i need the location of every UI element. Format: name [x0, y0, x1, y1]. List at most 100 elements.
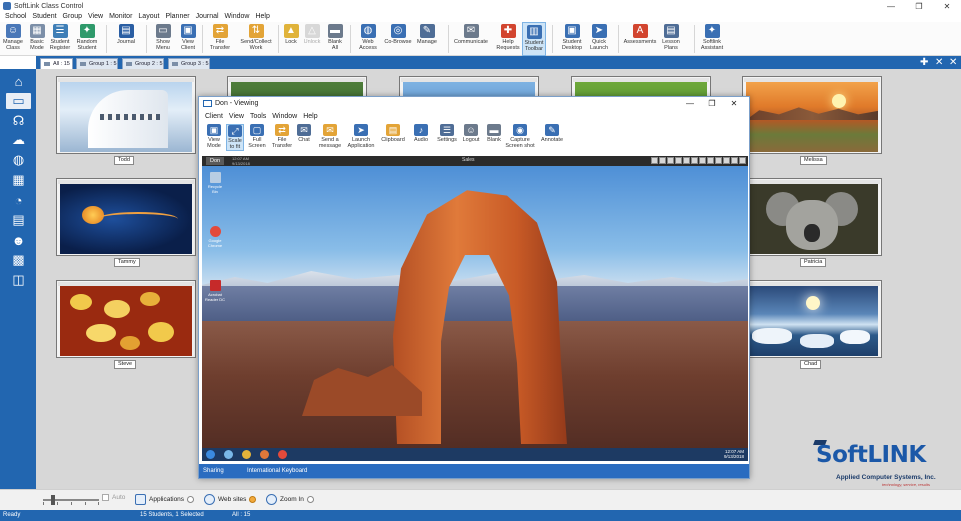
- blank-button[interactable]: ▬ Blank: [485, 124, 503, 143]
- student-thumbnail[interactable]: Patricia: [742, 178, 882, 267]
- add-group-icon[interactable]: ✚: [920, 57, 928, 68]
- chat-button[interactable]: ✉ Chat: [295, 124, 313, 143]
- tool-icon[interactable]: [651, 157, 658, 164]
- student-thumbnail[interactable]: Tammy: [56, 178, 196, 267]
- desktop-icon-chrome[interactable]: Google Chrome: [205, 226, 225, 248]
- menu-window[interactable]: Window: [222, 12, 253, 22]
- viewing-menu-tools[interactable]: Tools: [248, 113, 270, 120]
- manage-apps-button[interactable]: ✎ Manage: [415, 22, 439, 56]
- remote-viewing-window[interactable]: Don - Viewing — ❐ ✕ Client View Tools Wi…: [198, 96, 750, 479]
- remote-desktop-screen[interactable]: Don 12:07 AM 9/13/2018 Sales Recycle Bin…: [202, 156, 748, 461]
- tool-icon[interactable]: [739, 157, 746, 164]
- annotate-button[interactable]: ✎ Annotate: [539, 124, 565, 143]
- blank-all-button[interactable]: ▬ Blank All: [324, 22, 346, 56]
- minimize-button[interactable]: —: [877, 0, 905, 12]
- quiz-icon[interactable]: ▩: [10, 252, 27, 268]
- menu-help[interactable]: Help: [252, 12, 272, 22]
- brain-icon[interactable]: ☁: [10, 132, 27, 148]
- close-all-icon[interactable]: ✕: [949, 57, 957, 68]
- settings-button[interactable]: ☰ Settings: [436, 124, 458, 143]
- thumbnail-size-slider[interactable]: [43, 495, 99, 505]
- menu-monitor[interactable]: Monitor: [106, 12, 135, 22]
- printer-icon[interactable]: ▤: [10, 212, 27, 228]
- unlock-button[interactable]: △ Unlock: [302, 22, 322, 56]
- menu-student[interactable]: Student: [29, 12, 59, 22]
- headphones-icon[interactable]: ☊: [10, 113, 27, 129]
- menu-journal[interactable]: Journal: [193, 12, 222, 22]
- websites-button[interactable]: Web sites: [204, 494, 257, 505]
- monitor-icon[interactable]: ▭: [6, 93, 31, 109]
- lesson-plans-button[interactable]: ▤ Lesson Plans: [660, 22, 682, 56]
- tool-icon[interactable]: [683, 157, 690, 164]
- file-transfer-button[interactable]: ⇄ File Transfer: [207, 22, 233, 56]
- tool-icon[interactable]: [699, 157, 706, 164]
- student-thumbnail[interactable]: Chad: [742, 280, 882, 369]
- logout-button[interactable]: ☺ Logout: [461, 124, 481, 143]
- launch-application-button[interactable]: ➤ Launch Application: [347, 124, 375, 149]
- help-requests-button[interactable]: ✚ Help Requests: [496, 22, 520, 56]
- viewing-maximize-button[interactable]: ❐: [701, 98, 723, 110]
- tool-icon[interactable]: [691, 157, 698, 164]
- student-toolbar-button[interactable]: ▥ Student Toolbar: [522, 22, 546, 56]
- show-menu-button[interactable]: ▭ Show Menu: [153, 22, 173, 56]
- people-icon[interactable]: ☻: [10, 232, 27, 248]
- pie-chart-icon[interactable]: ◔: [10, 192, 27, 208]
- view-client-button[interactable]: ▣ View Client: [177, 22, 199, 56]
- close-group-icon[interactable]: ✕: [935, 57, 943, 68]
- co-browse-button[interactable]: ◎ Co-Browse: [383, 22, 413, 56]
- desktop-icon-acrobat[interactable]: Acrobat Reader DC: [205, 280, 225, 302]
- applications-button[interactable]: Applications: [135, 494, 195, 505]
- student-desktop-button[interactable]: ▣ Student Desktop: [560, 22, 584, 56]
- auto-toggle[interactable]: Auto: [102, 494, 125, 501]
- web-access-button[interactable]: ◍ Web Access: [357, 22, 379, 56]
- viewing-menu-view[interactable]: View: [227, 113, 248, 120]
- ie-icon[interactable]: [224, 450, 233, 459]
- capture-button[interactable]: ◉ Capture Screen shot: [505, 124, 535, 149]
- maximize-button[interactable]: ❐: [905, 0, 933, 12]
- tool-icon[interactable]: [675, 157, 682, 164]
- softlink-assistant-button[interactable]: ✦ Softlink Assistant: [698, 22, 726, 56]
- slider-knob[interactable]: [51, 495, 55, 505]
- tool-icon[interactable]: [667, 157, 674, 164]
- student-thumbnail[interactable]: Steve: [56, 280, 196, 369]
- auto-checkbox[interactable]: [102, 494, 109, 501]
- audio-button[interactable]: ♪ Audio: [411, 124, 431, 143]
- desktop-icon-recycle-bin[interactable]: Recycle Bin: [205, 172, 225, 194]
- file-transfer-button[interactable]: ⇄ File Transfer: [271, 124, 293, 149]
- tool-icon[interactable]: [659, 157, 666, 164]
- menu-group[interactable]: Group: [60, 12, 85, 22]
- random-student-button[interactable]: ✦ Random Student: [74, 22, 100, 56]
- tool-icon[interactable]: [731, 157, 738, 164]
- zoom-in-button[interactable]: Zoom In: [266, 494, 314, 505]
- presentation-icon[interactable]: ◫: [10, 272, 27, 288]
- student-thumbnail[interactable]: Melissa: [742, 76, 882, 165]
- folder-icon[interactable]: [242, 450, 251, 459]
- send-collect-button[interactable]: ⇅ Send/Collect Work: [238, 22, 274, 56]
- tab-group-1[interactable]: Group 1 : 5: [76, 58, 118, 69]
- view-mode-button[interactable]: ▣ View Mode: [205, 124, 223, 149]
- media-icon[interactable]: [260, 450, 269, 459]
- viewing-menu-help[interactable]: Help: [301, 113, 321, 120]
- viewing-close-button[interactable]: ✕: [723, 98, 745, 110]
- quick-launch-button[interactable]: ➤ Quick Launch: [588, 22, 610, 56]
- communicate-button[interactable]: ✉ Communicate: [452, 22, 490, 56]
- menu-view[interactable]: View: [85, 12, 106, 22]
- basic-mode-button[interactable]: ▦ Basic Mode: [27, 22, 47, 56]
- full-screen-button[interactable]: ▢ Full Screen: [247, 124, 267, 149]
- tab-group-3[interactable]: Group 3 : 5: [168, 58, 210, 69]
- globe-icon[interactable]: ◍: [10, 152, 27, 168]
- student-thumbnail[interactable]: Todd: [56, 76, 196, 165]
- scale-to-fit-button[interactable]: ⤢ Scale to fit: [226, 124, 244, 151]
- lock-button[interactable]: ▲ Lock: [282, 22, 300, 56]
- tool-icon[interactable]: [707, 157, 714, 164]
- clipboard-button[interactable]: ▤ Clipboard: [379, 124, 407, 143]
- assessments-button[interactable]: A Assessments: [623, 22, 657, 56]
- close-button[interactable]: ✕: [933, 0, 961, 12]
- manage-class-button[interactable]: ☺ Manage Class: [2, 22, 24, 56]
- menu-school[interactable]: School: [2, 12, 29, 22]
- menu-planner[interactable]: Planner: [162, 12, 192, 22]
- tool-icon[interactable]: [723, 157, 730, 164]
- journal-button[interactable]: ▤ Journal: [114, 22, 138, 56]
- tab-group-2[interactable]: Group 2 : 5: [122, 58, 164, 69]
- chrome-icon[interactable]: [278, 450, 287, 459]
